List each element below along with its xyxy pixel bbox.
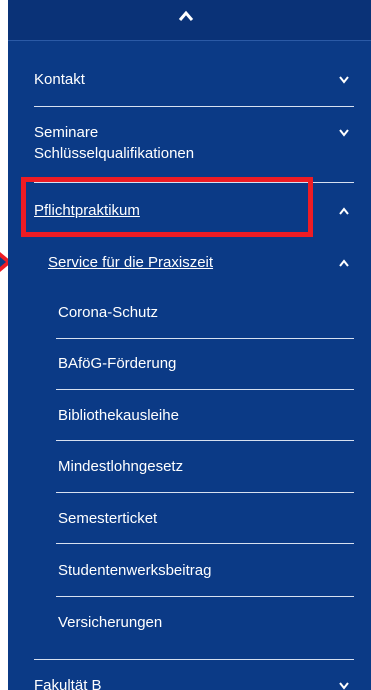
chevron-up-icon[interactable]	[338, 258, 350, 268]
chevron-down-icon[interactable]	[338, 681, 350, 690]
divider	[56, 543, 354, 544]
chevron-up-icon[interactable]	[338, 206, 350, 216]
chevron-up-icon	[178, 10, 194, 22]
sub-item-studentenwerksbeitrag[interactable]: Studentenwerksbeitrag	[58, 561, 353, 581]
sub-item-label: Bibliothekausleihe	[58, 407, 179, 424]
nav-item-label: Fakultät B	[34, 677, 102, 690]
nav-item-service-praxiszeit[interactable]: Service für die Praxiszeit	[48, 252, 354, 273]
divider	[34, 659, 354, 660]
sub-item-label: Corona-Schutz	[58, 304, 159, 321]
sub-item-label: Versicherungen	[58, 614, 163, 631]
divider	[56, 389, 354, 390]
sub-item-versicherungen[interactable]: Versicherungen	[58, 613, 353, 633]
divider	[56, 338, 354, 339]
chevron-down-icon[interactable]	[338, 128, 350, 138]
sub-item-label: Studentenwerksbeitrag	[58, 562, 212, 579]
divider	[56, 492, 354, 493]
chevron-down-icon[interactable]	[338, 75, 350, 85]
nav-item-label-line2: Schlüsselqualifikationen	[34, 145, 195, 162]
divider	[56, 596, 354, 597]
sub-item-label: Mindestlohngesetz	[58, 458, 184, 475]
sub-item-label: Semesterticket	[58, 510, 158, 527]
nav-item-fakultaet-b[interactable]: Fakultät B	[34, 675, 354, 690]
sub-item-mindestlohngesetz[interactable]: Mindestlohngesetz	[58, 457, 353, 477]
nav-item-seminare[interactable]: Seminare Schlüsselqualifikationen	[34, 122, 354, 164]
divider	[34, 106, 354, 107]
sub-item-semesterticket[interactable]: Semesterticket	[58, 509, 353, 529]
nav-item-label-line1: Seminare	[34, 124, 99, 141]
sub-item-bafoeg[interactable]: BAföG-Förderung	[58, 354, 353, 374]
divider	[56, 440, 354, 441]
nav-item-label: Service für die Praxiszeit	[48, 254, 214, 271]
navigation-panel: Kontakt Seminare Schlüsselqualifikatione…	[8, 0, 371, 690]
nav-item-label: Kontakt	[34, 71, 85, 88]
nav-item-kontakt[interactable]: Kontakt	[34, 69, 354, 90]
collapse-menu-button[interactable]	[8, 0, 371, 41]
sub-item-corona-schutz[interactable]: Corona-Schutz	[58, 303, 353, 323]
highlight-box	[21, 177, 313, 237]
sub-item-label: BAföG-Förderung	[58, 355, 177, 372]
sub-item-bibliothekausleihe[interactable]: Bibliothekausleihe	[58, 406, 353, 426]
